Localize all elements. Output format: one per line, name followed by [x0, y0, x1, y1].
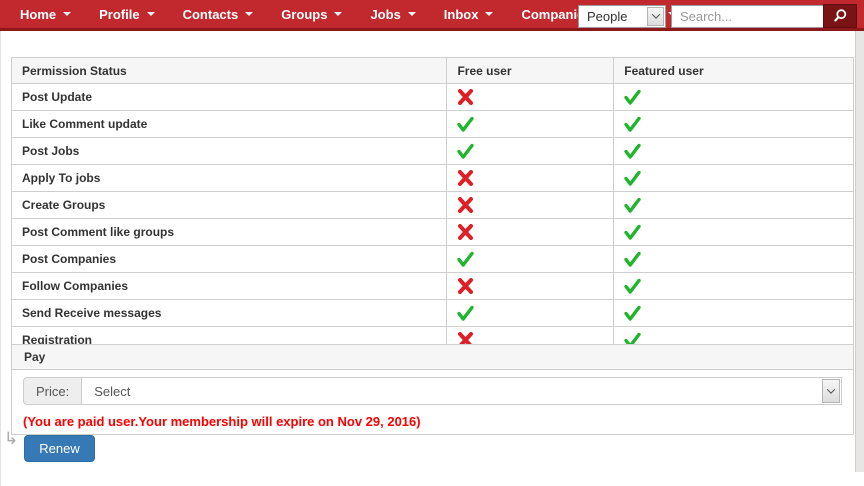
chevron-down-icon [63, 12, 72, 16]
chevron-down-icon [407, 12, 416, 16]
check-icon [613, 137, 854, 165]
permission-label: Apply To jobs [10, 164, 448, 192]
nav-item-label: Contacts [182, 6, 239, 22]
chevron-down-icon [146, 12, 155, 16]
nav-item-profile[interactable]: Profile [89, 7, 164, 22]
cross-icon [446, 218, 615, 246]
chevron-down-icon [245, 12, 254, 16]
cross-icon [446, 83, 615, 111]
search-category-value: People [587, 8, 628, 24]
nav-item-label: Groups [281, 6, 328, 22]
nav-item-label: Inbox [443, 6, 479, 22]
nav-search-area: People [578, 4, 857, 28]
permission-label: Post Comment like groups [10, 218, 448, 246]
pay-panel-title: Pay [12, 345, 853, 370]
table-row: Send Receive messages [10, 299, 854, 327]
renew-row: ↳ Renew [4, 429, 95, 462]
select-dropdown-button[interactable] [647, 6, 664, 26]
check-icon [613, 110, 854, 138]
nav-item-label: Profile [99, 6, 140, 22]
cross-icon [446, 164, 615, 192]
permission-label: Follow Companies [10, 272, 448, 300]
check-icon [446, 245, 615, 273]
header-permission-status: Permission Status [10, 57, 448, 84]
page: Home Profile Contacts Groups Jobs Inbox … [0, 0, 864, 486]
nav-item-label: Home [20, 6, 57, 22]
check-icon [446, 299, 615, 327]
chevron-down-icon [334, 12, 343, 16]
header-featured-user: Featured user [613, 57, 854, 84]
table-row: Apply To jobs [10, 164, 854, 192]
header-free-user: Free user [446, 57, 615, 84]
nav-item-contacts[interactable]: Contacts [173, 7, 264, 22]
check-icon [613, 164, 854, 192]
select-dropdown-button[interactable] [822, 379, 840, 403]
permission-label: Create Groups [10, 191, 448, 219]
check-icon [446, 137, 615, 165]
table-row: Post Comment like groups [10, 218, 854, 246]
permission-label: Post Update [10, 83, 448, 111]
renew-button[interactable]: Renew [24, 435, 95, 462]
content-area: Permission Status Free user Featured use… [0, 31, 864, 486]
table-row: Create Groups [10, 191, 854, 219]
search-category-select[interactable]: People [578, 4, 666, 28]
price-select[interactable]: Select [81, 377, 842, 405]
nav-item-home[interactable]: Home [10, 7, 81, 22]
cross-icon [446, 272, 615, 300]
table-row: Post Update [10, 83, 854, 111]
check-icon [613, 272, 854, 300]
nav-item-groups[interactable]: Groups [271, 7, 352, 22]
chevron-down-icon [651, 10, 660, 19]
return-arrow-icon: ↳ [4, 429, 19, 448]
permission-label: Like Comment update [10, 110, 448, 138]
table-row: Post Jobs [10, 137, 854, 165]
pay-panel: Pay Price: Select (You are paid user.You… [11, 344, 854, 435]
permission-label: Post Jobs [10, 137, 448, 165]
nav-item-jobs[interactable]: Jobs [360, 7, 425, 22]
scrollbar-track[interactable] [855, 31, 864, 472]
table-row: Follow Companies [10, 272, 854, 300]
cross-icon [446, 191, 615, 219]
membership-notice: (You are paid user.Your membership will … [23, 414, 421, 429]
check-icon [613, 299, 854, 327]
nav-item-label: Jobs [370, 6, 401, 22]
search-icon [834, 9, 847, 22]
table-row: Like Comment update [10, 110, 854, 138]
price-input-group: Price: Select [23, 377, 842, 405]
nav-item-inbox[interactable]: Inbox [434, 7, 504, 22]
permission-label: Send Receive messages [10, 299, 448, 327]
permission-label: Post Companies [10, 245, 448, 273]
main-navbar: Home Profile Contacts Groups Jobs Inbox … [0, 0, 864, 31]
search-input[interactable] [671, 4, 823, 28]
chevron-down-icon [485, 12, 494, 16]
check-icon [613, 83, 854, 111]
price-label: Price: [23, 377, 82, 405]
check-icon [446, 110, 615, 138]
table-row: Post Companies [10, 245, 854, 273]
check-icon [613, 218, 854, 246]
chevron-down-icon [826, 385, 836, 394]
check-icon [613, 245, 854, 273]
permissions-table: Permission Status Free user Featured use… [10, 57, 854, 354]
search-button[interactable] [823, 4, 857, 28]
check-icon [613, 191, 854, 219]
table-header: Permission Status Free user Featured use… [10, 57, 854, 84]
pay-panel-body: Price: Select (You are paid user.Your me… [12, 370, 853, 434]
price-select-value: Select [94, 383, 131, 399]
